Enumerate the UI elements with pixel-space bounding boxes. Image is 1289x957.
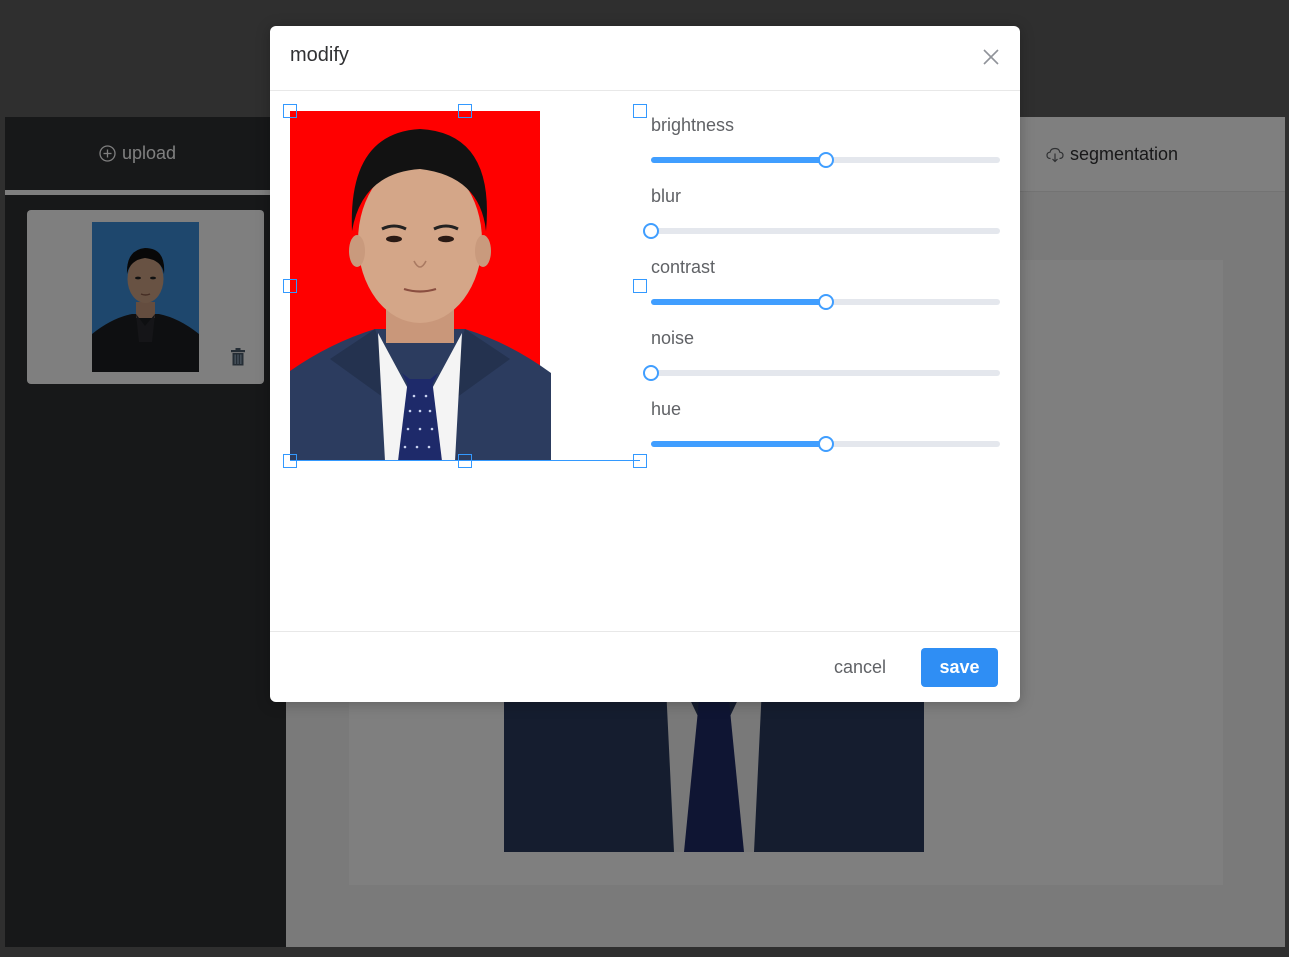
crop-handle-top-left[interactable] xyxy=(283,104,297,118)
hue-slider: hue xyxy=(651,395,1000,466)
dialog-footer: cancel save xyxy=(270,631,1020,702)
crop-handle-bottom-right[interactable] xyxy=(633,454,647,468)
slider-fill xyxy=(651,157,826,163)
brightness-slider: brightness xyxy=(651,111,1000,182)
slider-thumb[interactable] xyxy=(643,223,659,239)
close-icon[interactable] xyxy=(980,46,1002,68)
slider-label: noise xyxy=(651,328,695,348)
noise-slider: noise xyxy=(643,324,1000,395)
slider-label: blur xyxy=(651,186,682,206)
slider-thumb[interactable] xyxy=(817,436,834,452)
save-button[interactable]: save xyxy=(921,648,998,687)
slider-fill xyxy=(651,299,826,305)
crop-handle-bottom-left[interactable] xyxy=(283,454,297,468)
dialog-title: modify xyxy=(290,44,349,66)
blur-slider: blur xyxy=(643,182,1000,253)
crop-handle-left[interactable] xyxy=(283,279,297,293)
adjustment-sliders: brightness blur contrast noise hue xyxy=(643,111,1000,466)
crop-handle-right[interactable] xyxy=(633,279,647,293)
crop-handle-top[interactable] xyxy=(458,104,472,118)
slider-thumb[interactable] xyxy=(643,365,659,381)
slider-track[interactable] xyxy=(643,223,1000,239)
slider-track[interactable] xyxy=(643,365,1000,381)
slider-thumb[interactable] xyxy=(817,294,834,310)
slider-fill xyxy=(651,441,826,447)
cancel-button[interactable]: cancel xyxy=(822,652,898,682)
image-cropper[interactable] xyxy=(283,104,647,468)
slider-label: brightness xyxy=(651,115,735,135)
slider-track[interactable] xyxy=(651,436,1000,452)
crop-handle-top-right[interactable] xyxy=(633,104,647,118)
slider-label: contrast xyxy=(651,257,716,277)
crop-handle-bottom[interactable] xyxy=(458,454,472,468)
contrast-slider: contrast xyxy=(651,253,1000,324)
crop-photo[interactable] xyxy=(290,111,552,461)
dialog-header: modify xyxy=(270,26,1020,91)
slider-track[interactable] xyxy=(651,294,1000,310)
slider-label: hue xyxy=(651,399,682,419)
crop-box-edge xyxy=(290,460,640,461)
modify-dialog: modify brightness blur contrast noise hu… xyxy=(270,26,1020,702)
slider-thumb[interactable] xyxy=(817,152,834,168)
slider-track[interactable] xyxy=(651,152,1000,168)
